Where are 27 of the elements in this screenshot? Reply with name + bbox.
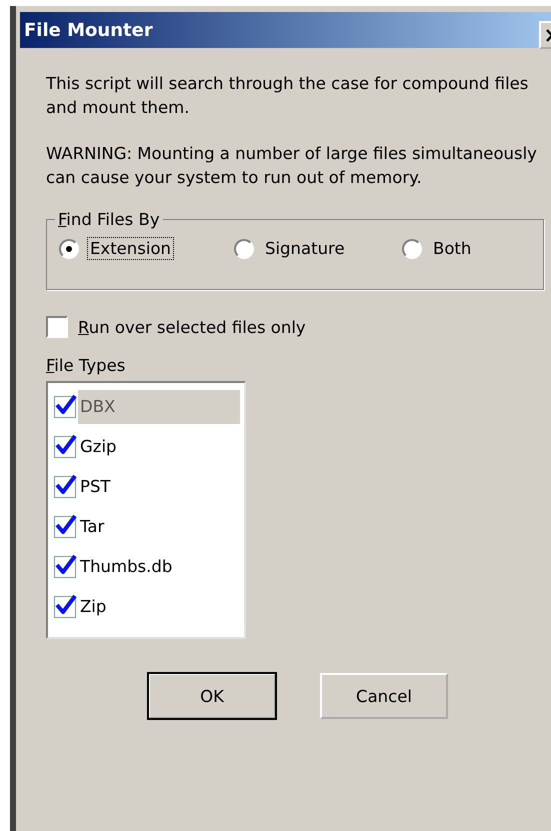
checkbox-label: Run over selected files only: [78, 318, 306, 336]
checkbox[interactable]: [54, 436, 76, 458]
checkbox[interactable]: [54, 516, 76, 538]
list-item[interactable]: DBX: [78, 390, 240, 424]
checkbox[interactable]: [54, 596, 76, 618]
file-types-label: File Types: [46, 356, 126, 375]
ok-button[interactable]: OK: [148, 673, 276, 719]
checkbox[interactable]: [54, 556, 76, 578]
radio-button[interactable]: [402, 238, 422, 258]
radio-label: Signature: [264, 238, 346, 260]
list-item[interactable]: Gzip: [78, 430, 240, 464]
intro-text: This script will search through the case for compound files and mount them.: [46, 73, 530, 119]
warning-text: WARNING: Mounting a number of large files simultaneously can cause your system to run out of memory.: [46, 143, 538, 189]
list-item[interactable]: Zip: [78, 590, 240, 624]
checkbox[interactable]: [54, 476, 76, 498]
checkbox[interactable]: [54, 396, 76, 418]
checkbox[interactable]: [46, 316, 68, 338]
list-item[interactable]: Thumbs.db: [78, 550, 240, 584]
radio-button[interactable]: [59, 238, 79, 258]
radio-label: Extension: [87, 237, 174, 260]
radio-label: Both: [432, 238, 472, 260]
radio-button[interactable]: [234, 238, 254, 258]
list-item[interactable]: PST: [78, 470, 240, 504]
group-label: Find Files By: [57, 210, 161, 229]
cancel-button[interactable]: Cancel: [320, 673, 448, 719]
list-item[interactable]: Tar: [78, 510, 240, 544]
window-title: File Mounter: [24, 20, 153, 40]
